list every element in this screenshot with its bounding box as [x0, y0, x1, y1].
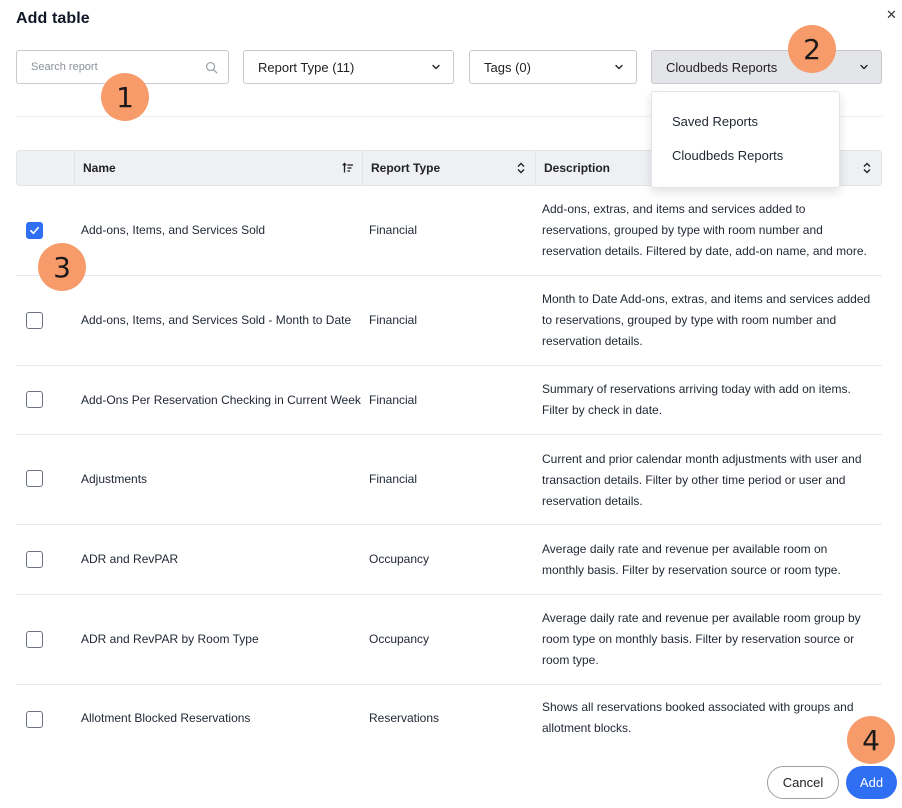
row-checkbox[interactable] — [26, 551, 43, 568]
search-icon — [205, 61, 218, 73]
table-row[interactable]: ADR and RevPAR Occupancy Average daily r… — [16, 525, 882, 595]
chevron-down-icon — [615, 64, 623, 70]
menu-item-cloudbeds-reports[interactable]: Cloudbeds Reports — [672, 148, 783, 163]
step-marker-1: 1 — [101, 73, 149, 121]
report-source-label: Cloudbeds Reports — [666, 59, 778, 75]
search-placeholder: Search report — [31, 61, 98, 73]
step-marker-4: 4 — [847, 716, 895, 764]
close-icon[interactable]: ✕ — [886, 8, 897, 22]
step-marker-3: 3 — [38, 243, 86, 291]
table-row[interactable]: Add-Ons Per Reservation Checking in Curr… — [16, 366, 882, 435]
header-name[interactable]: Name — [75, 151, 363, 185]
report-name: ADR and RevPAR by Room Type — [81, 632, 259, 646]
report-type-dropdown[interactable]: Report Type (11) — [243, 50, 454, 84]
report-description: Summary of reservations arriving today w… — [542, 382, 851, 417]
report-description: Average daily rate and revenue per avail… — [542, 542, 841, 577]
checkmark-icon — [30, 226, 39, 235]
report-name: Add-ons, Items, and Services Sold — [81, 223, 266, 237]
report-source-dropdown[interactable]: Cloudbeds Reports — [651, 50, 882, 84]
report-type: Occupancy — [369, 632, 430, 646]
sort-descending-icon[interactable] — [342, 162, 354, 174]
row-checkbox[interactable] — [26, 222, 43, 239]
chevron-down-icon — [432, 64, 440, 70]
report-name: Add-Ons Per Reservation Checking in Curr… — [81, 393, 361, 407]
menu-item-saved-reports[interactable]: Saved Reports — [672, 114, 758, 129]
chevron-down-icon — [860, 64, 868, 70]
header-report-type[interactable]: Report Type — [363, 151, 536, 185]
table-row[interactable]: Add-ons, Items, and Services Sold - Mont… — [16, 276, 882, 366]
report-name: Adjustments — [81, 472, 148, 486]
table-row[interactable]: ADR and RevPAR by Room Type Occupancy Av… — [16, 595, 882, 685]
report-source-menu: Saved Reports Cloudbeds Reports — [651, 91, 840, 188]
dialog-title: Add table — [16, 10, 90, 27]
tags-dropdown[interactable]: Tags (0) — [469, 50, 637, 84]
report-description: Current and prior calendar month adjustm… — [542, 452, 862, 508]
row-checkbox[interactable] — [26, 711, 43, 728]
row-checkbox[interactable] — [26, 470, 43, 487]
report-type: Reservations — [369, 711, 440, 725]
sort-icon[interactable] — [515, 162, 527, 174]
row-checkbox[interactable] — [26, 631, 43, 648]
report-type-label: Report Type (11) — [258, 59, 355, 75]
report-table-body: Add-ons, Items, and Services Sold Financ… — [16, 186, 882, 755]
header-description-label: Description — [544, 161, 611, 175]
row-checkbox[interactable] — [26, 391, 43, 408]
header-name-label: Name — [83, 161, 116, 175]
report-description: Average daily rate and revenue per avail… — [542, 611, 861, 667]
sort-icon[interactable] — [861, 162, 873, 174]
report-type: Financial — [369, 472, 418, 486]
report-type: Financial — [369, 313, 418, 327]
table-row[interactable]: Add-ons, Items, and Services Sold Financ… — [16, 186, 882, 276]
report-description: Add-ons, extras, and items and services … — [542, 202, 867, 258]
report-type: Financial — [369, 223, 418, 237]
report-type: Financial — [369, 393, 418, 407]
header-report-type-label: Report Type — [371, 161, 441, 175]
step-marker-2: 2 — [788, 25, 836, 73]
table-row[interactable]: Adjustments Financial Current and prior … — [16, 435, 882, 525]
header-select-column — [17, 151, 75, 185]
add-button[interactable]: Add — [846, 766, 897, 799]
report-description: Month to Date Add-ons, extras, and items… — [542, 292, 871, 348]
report-type: Occupancy — [369, 552, 430, 566]
report-name: Allotment Blocked Reservations — [81, 711, 251, 725]
report-name: Add-ons, Items, and Services Sold - Mont… — [81, 313, 352, 327]
cancel-button[interactable]: Cancel — [767, 766, 839, 799]
report-description: Shows all reservations booked associated… — [542, 700, 854, 735]
tags-label: Tags (0) — [484, 59, 531, 75]
report-name: ADR and RevPAR — [81, 552, 179, 566]
row-checkbox[interactable] — [26, 312, 43, 329]
table-row[interactable]: Allotment Blocked Reservations Reservati… — [16, 685, 882, 755]
